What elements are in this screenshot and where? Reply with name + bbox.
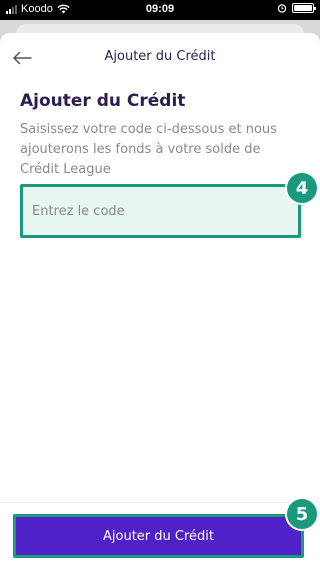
status-bar: Koodo 09:09	[0, 0, 320, 20]
add-credit-sheet: Ajouter du Crédit Ajouter du Crédit Sais…	[0, 33, 320, 568]
add-credit-button[interactable]: Ajouter du Crédit	[13, 514, 304, 558]
battery-level	[294, 5, 312, 11]
step-badge-5: 5	[285, 497, 319, 531]
page-description: Saisissez votre code ci-dessous et nous …	[20, 122, 277, 177]
step-badge-4: 4	[285, 171, 319, 205]
battery-icon	[292, 3, 316, 13]
sheet-header: Ajouter du Crédit	[0, 33, 320, 83]
status-bar-right	[277, 3, 316, 13]
page-heading: Ajouter du Crédit	[20, 91, 186, 111]
sheet-content: Ajouter du Crédit Saisissez votre code c…	[20, 91, 302, 180]
header-title: Ajouter du Crédit	[104, 49, 216, 64]
footer-divider	[0, 502, 320, 503]
alarm-icon	[277, 4, 287, 13]
status-time: 09:09	[145, 3, 175, 15]
code-input[interactable]	[23, 187, 298, 235]
code-input-field[interactable]	[20, 184, 301, 238]
